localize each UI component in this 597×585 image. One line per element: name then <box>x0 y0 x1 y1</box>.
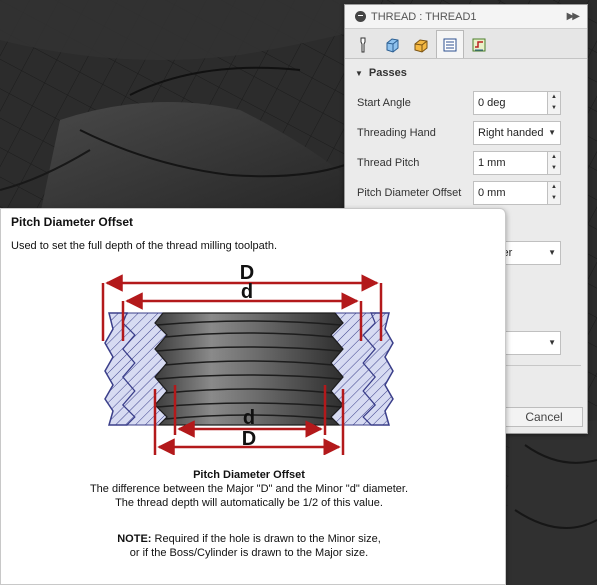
collapse-icon[interactable]: – <box>355 11 366 22</box>
geometry-icon <box>414 39 428 53</box>
dialog-tabs <box>345 29 587 59</box>
help-tooltip: Pitch Diameter Offset Used to set the fu… <box>0 208 506 585</box>
note-line-2: or if the Boss/Cylinder is drawn to the … <box>129 547 369 559</box>
spin-down-icon[interactable]: ▼ <box>548 163 560 174</box>
note-text-1: Required if the hole is drawn to the Min… <box>151 533 381 545</box>
caption-line-1: The difference between the Major "D" and… <box>89 483 409 495</box>
tooltip-description: Used to set the full depth of the thread… <box>11 240 277 252</box>
passes-section-header[interactable]: ▼ Passes <box>345 61 587 85</box>
spin-up-icon[interactable]: ▲ <box>548 92 560 103</box>
tab-geometry[interactable] <box>407 32 435 58</box>
passes-icon <box>443 38 457 51</box>
dropdown-arrow-icon: ▼ <box>548 248 556 257</box>
threading-hand-row: Threading Hand Right handed ▼ <box>357 121 577 145</box>
tab-passes[interactable] <box>436 30 464 58</box>
start-angle-field[interactable]: 0 deg ▲ ▼ <box>473 91 561 115</box>
major-label-bottom: D <box>242 428 256 450</box>
minor-label-top: d <box>241 281 253 303</box>
threading-hand-value: Right handed <box>478 127 544 139</box>
thread-pitch-label: Thread Pitch <box>357 157 420 169</box>
collapse-triangle-icon[interactable]: ▼ <box>355 69 363 78</box>
thread-pitch-spinner[interactable]: ▲ ▼ <box>547 151 561 175</box>
note-label: NOTE: <box>117 533 152 545</box>
cancel-button[interactable]: Cancel <box>505 407 583 427</box>
pitch-diameter-offset-spinner[interactable]: ▲ ▼ <box>547 181 561 205</box>
start-angle-row: Start Angle 0 deg ▲ ▼ <box>357 91 577 115</box>
start-angle-spinner[interactable]: ▲ ▼ <box>547 91 561 115</box>
start-angle-label: Start Angle <box>357 97 411 109</box>
spin-down-icon[interactable]: ▼ <box>548 193 560 204</box>
shape-icon <box>386 38 399 53</box>
linking-icon <box>472 38 486 52</box>
thread-diagram: D d d D <box>101 262 394 455</box>
threading-hand-select[interactable]: Right handed ▼ <box>473 121 561 145</box>
thread-pitch-field[interactable]: 1 mm ▲ ▼ <box>473 151 561 175</box>
start-angle-value: 0 deg <box>478 97 506 109</box>
dialog-titlebar[interactable]: – THREAD : THREAD1 ▶▶ <box>345 5 587 29</box>
note-line-1: NOTE: Required if the hole is drawn to t… <box>1 533 497 545</box>
spin-up-icon[interactable]: ▲ <box>548 152 560 163</box>
expand-arrows-icon[interactable]: ▶▶ <box>567 11 580 22</box>
threading-hand-label: Threading Hand <box>357 127 436 139</box>
spin-up-icon[interactable]: ▲ <box>548 182 560 193</box>
tab-shape[interactable] <box>378 32 406 58</box>
caption-line-2: The thread depth will automatically be 1… <box>115 497 383 509</box>
pitch-diameter-offset-field[interactable]: 0 mm ▲ ▼ <box>473 181 561 205</box>
spin-down-icon[interactable]: ▼ <box>548 103 560 114</box>
dialog-title: THREAD : THREAD1 <box>371 10 477 23</box>
thread-pitch-value: 1 mm <box>478 157 506 169</box>
pitch-diameter-offset-label: Pitch Diameter Offset <box>357 187 462 199</box>
tooltip-title: Pitch Diameter Offset <box>11 215 134 229</box>
pitch-diameter-offset-row: Pitch Diameter Offset 0 mm ▲ ▼ <box>357 181 577 205</box>
tab-linking[interactable] <box>465 32 493 58</box>
thread-pitch-row: Thread Pitch 1 mm ▲ ▼ <box>357 151 577 175</box>
minor-label-bottom: d <box>243 407 255 429</box>
tool-icon <box>360 37 366 53</box>
dropdown-arrow-icon: ▼ <box>548 128 556 137</box>
dropdown-arrow-icon: ▼ <box>548 338 556 347</box>
caption-title: Pitch Diameter Offset <box>193 469 305 481</box>
pitch-diameter-offset-value: 0 mm <box>478 187 506 199</box>
tab-tool[interactable] <box>349 32 377 58</box>
section-title: Passes <box>368 67 407 79</box>
